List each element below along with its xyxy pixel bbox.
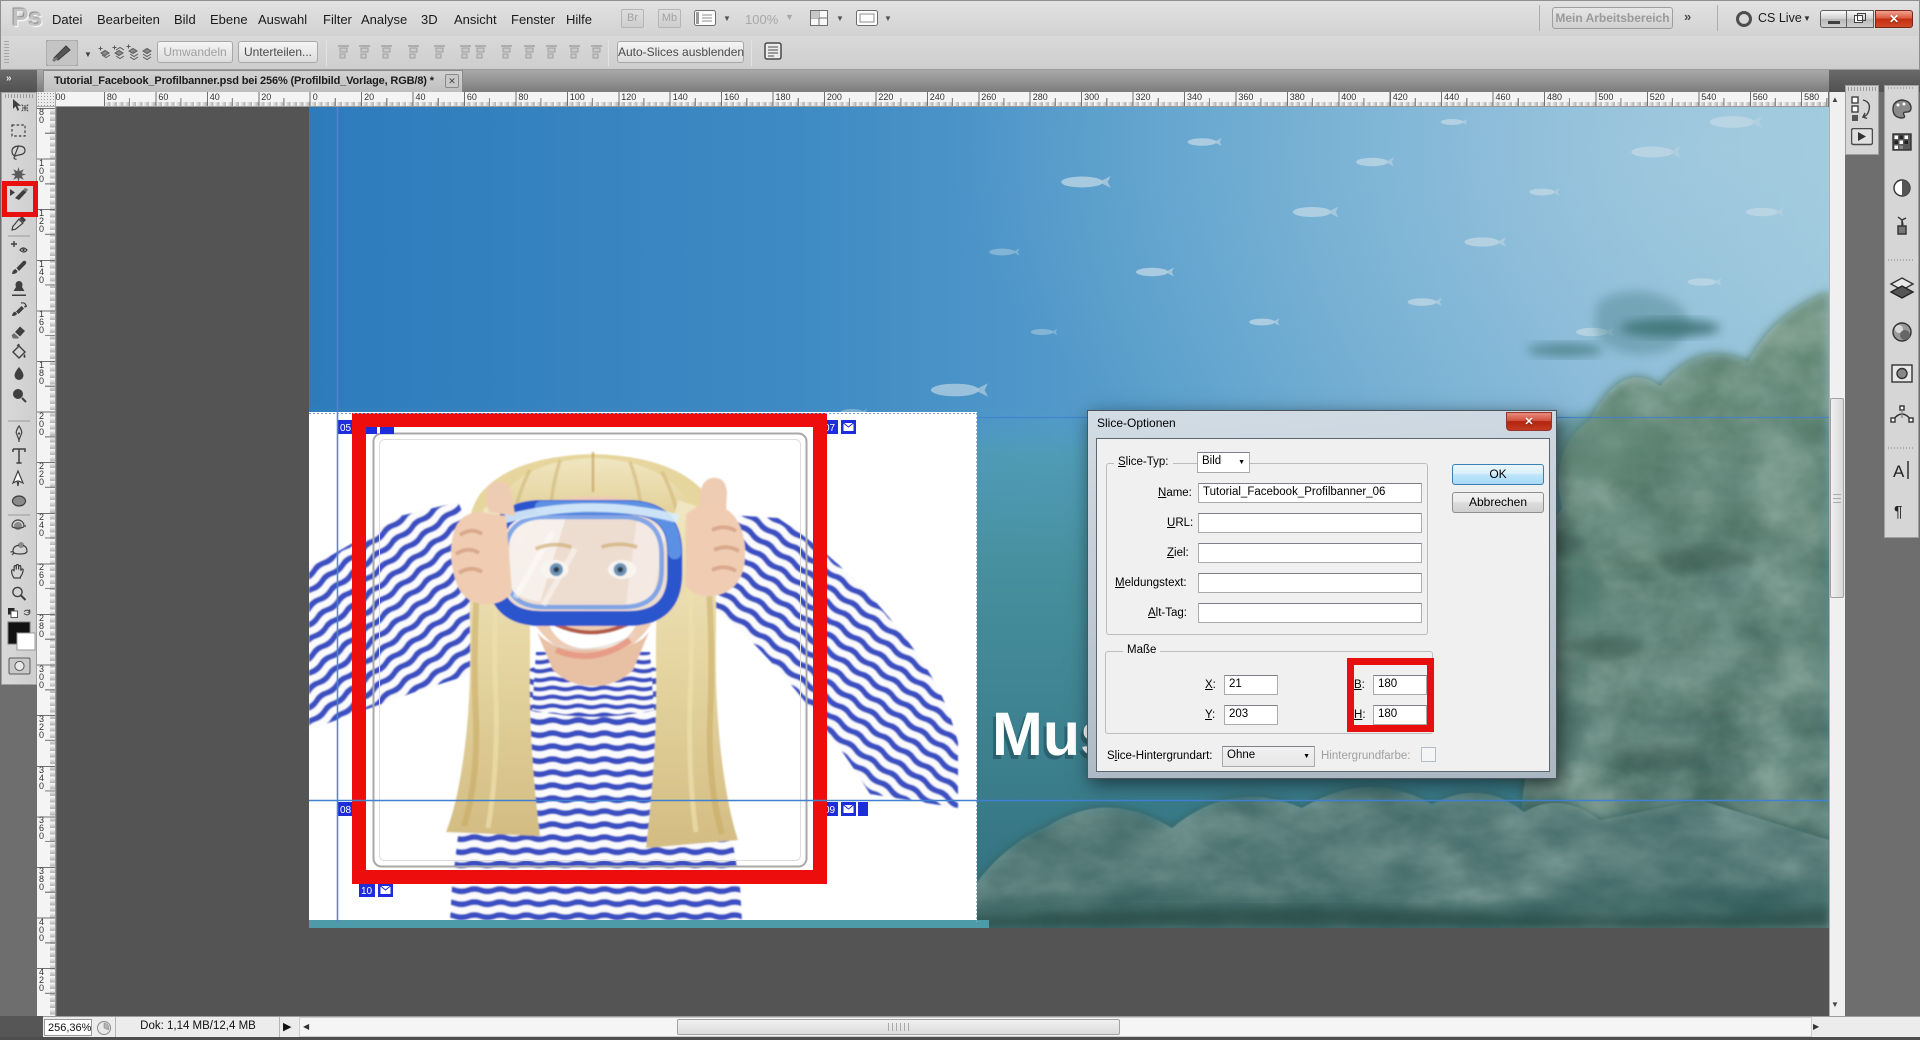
svg-text:¶: ¶: [1894, 504, 1903, 521]
svg-text:A: A: [1893, 462, 1905, 481]
svg-text:08: 08: [340, 805, 352, 816]
svg-text:10: 10: [361, 886, 373, 897]
svg-text:05: 05: [340, 423, 352, 434]
